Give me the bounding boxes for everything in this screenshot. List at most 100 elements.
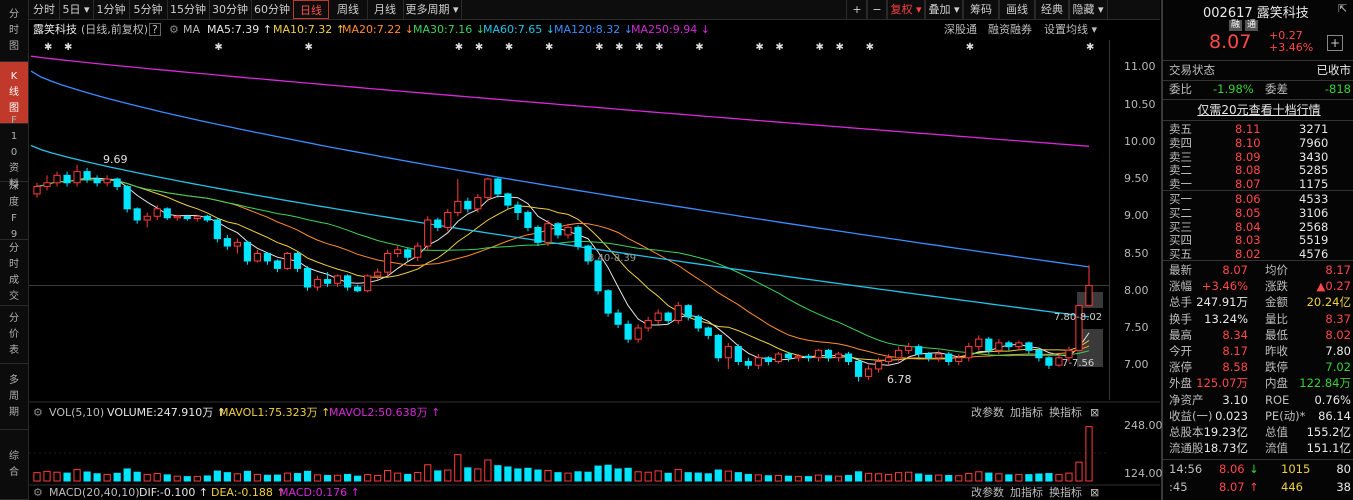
book-price: 8.09 (1235, 149, 1261, 164)
volume-bar (834, 475, 843, 482)
period-tab[interactable]: 5分钟 (129, 0, 168, 19)
candle-body (664, 312, 672, 322)
period-tab[interactable]: 日线 (293, 0, 329, 19)
expand-icon[interactable]: ⇱ (1338, 2, 1347, 15)
period-tab[interactable]: 月线 (367, 0, 404, 19)
toolbar-button[interactable]: 画线 (998, 0, 1036, 19)
macd-settings-icon[interactable]: ⚙ (33, 486, 43, 500)
ask-row[interactable]: 卖四 8.10 7960 (1169, 136, 1351, 150)
event-marker-icon: ✱ (1086, 42, 1094, 53)
toolbar-button[interactable]: 隐藏 ▾ (1068, 0, 1108, 19)
book-price: 8.03 (1235, 233, 1261, 248)
candle-body (874, 360, 883, 370)
left-nav-item[interactable]: 分价表 (0, 306, 28, 364)
candle (945, 351, 953, 366)
candle-body (885, 357, 893, 362)
left-nav-item[interactable]: 多周期 (0, 364, 28, 430)
macd-param-button[interactable]: 改参数 (971, 486, 1004, 500)
set-ma-button[interactable]: 设置均线 ▾ (1044, 20, 1097, 39)
volume-bar (744, 473, 752, 482)
event-marker-icon: ✱ (695, 42, 703, 53)
vol-param-button[interactable]: 改参数 (971, 404, 1004, 421)
candle-body (293, 253, 302, 269)
candle-body (814, 349, 823, 359)
price-tick-label: 7.50 (1124, 320, 1149, 334)
event-marker-icon: ✱ (505, 42, 513, 53)
left-nav-item[interactable]: 综合 (0, 430, 28, 500)
volume-bar (33, 472, 41, 482)
period-tab[interactable]: 周线 (329, 0, 368, 19)
stat-row: 最高 8.34 最低 8.02 (1169, 328, 1351, 343)
volume-bar (103, 473, 111, 482)
bid-row[interactable]: 买四 8.03 5519 (1169, 233, 1351, 247)
candle (123, 185, 131, 213)
period-tab[interactable]: 15分钟 (167, 0, 210, 19)
book-level-label: 买四 (1169, 233, 1192, 248)
ask-row[interactable]: 卖二 8.08 5285 (1169, 163, 1351, 177)
period-tab[interactable]: 分时 (29, 0, 60, 19)
period-tab[interactable]: 30分钟 (209, 0, 252, 19)
event-marker-icon: ✱ (836, 42, 844, 53)
toolbar-button[interactable]: 筹码 (962, 0, 1000, 19)
period-tab[interactable]: 60分钟 (251, 0, 294, 19)
bid-row[interactable]: 买三 8.04 2568 (1169, 220, 1351, 234)
toolbar-button[interactable]: 复权 ▾ (886, 0, 926, 19)
price-tick-label: 8.00 (1124, 283, 1149, 297)
period-tab[interactable]: 5日 ▾ (59, 0, 94, 19)
level2-promo-link[interactable]: 仅需20元查看十档行情 (1163, 101, 1353, 119)
volume-bar (965, 473, 973, 482)
candle-body (644, 320, 652, 329)
ask-row[interactable]: 卖三 8.09 3430 (1169, 150, 1351, 164)
book-price: 8.05 (1235, 205, 1261, 220)
kline-chart[interactable]: ✱ ✱ ✱ ✱ ✱ ✱ ✱ ✱ ✱ ✱ ✱ ✱ ✱ ✱ ✱ ✱ ✱ ✱ ✱ ✱ (29, 40, 1160, 500)
macd-close-icon[interactable]: ⊠ (1090, 486, 1099, 500)
stat-label: 涨停 (1169, 360, 1192, 375)
margin-button[interactable]: 融资融券 (988, 20, 1032, 39)
toolbar-button[interactable]: + (846, 0, 868, 19)
toolbar-button[interactable]: 经典 (1034, 0, 1070, 19)
event-marker-icon: ✱ (475, 42, 483, 53)
candle-body (684, 305, 692, 318)
bid-row[interactable]: 买一 8.06 4533 (1169, 192, 1351, 206)
candle-body (103, 178, 111, 184)
add-watchlist-button[interactable]: + (1327, 35, 1343, 51)
toolbar-button[interactable]: − (866, 0, 888, 19)
volume-bar (53, 471, 61, 482)
stat-value: 8.17 (1325, 263, 1351, 277)
candle-body (263, 253, 272, 262)
volume-bar (193, 475, 201, 482)
sgt-button[interactable]: 深股通 (944, 20, 977, 39)
candle (694, 314, 702, 332)
candle (774, 351, 783, 364)
stat-label: 内盘 (1265, 376, 1288, 391)
left-nav-item[interactable]: 深度F9 (0, 181, 28, 240)
settings-icon[interactable]: ⚙ (169, 20, 179, 39)
candle-body (534, 226, 542, 243)
candle (394, 246, 402, 258)
help-icon[interactable]: ? (149, 23, 161, 36)
macd-switch-button[interactable]: 换指标 (1049, 486, 1082, 500)
vol-add-button[interactable]: 加指标 (1010, 404, 1043, 421)
candle (965, 342, 973, 362)
candle-body (824, 349, 833, 359)
candle (824, 348, 833, 362)
volume-bar (273, 474, 282, 482)
vol-switch-button[interactable]: 换指标 (1049, 404, 1082, 421)
candle-body (975, 338, 983, 348)
ask-row[interactable]: 卖五 8.11 3271 (1169, 122, 1351, 136)
stat-label: ROE (1265, 392, 1290, 407)
period-tab[interactable]: 1分钟 (93, 0, 130, 19)
toolbar-button[interactable]: 叠加 ▾ (924, 0, 964, 19)
vol-settings-icon[interactable]: ⚙ (33, 404, 43, 421)
bid-row[interactable]: 买二 8.05 3106 (1169, 206, 1351, 220)
macd-add-button[interactable]: 加指标 (1010, 486, 1043, 500)
period-tab[interactable]: 更多周期 ▾ (403, 0, 462, 19)
vol-close-icon[interactable]: ⊠ (1090, 404, 1099, 421)
candle (1005, 340, 1013, 351)
left-nav-item[interactable]: 分时成交 (0, 240, 28, 306)
left-nav-item[interactable]: F10资料 (0, 115, 28, 190)
left-nav-item[interactable]: 分时图 (0, 0, 28, 62)
stat-row: 换手 13.24% 量比 8.37 (1169, 312, 1351, 327)
candle (1035, 348, 1043, 362)
stat-label: 量比 (1265, 311, 1288, 326)
